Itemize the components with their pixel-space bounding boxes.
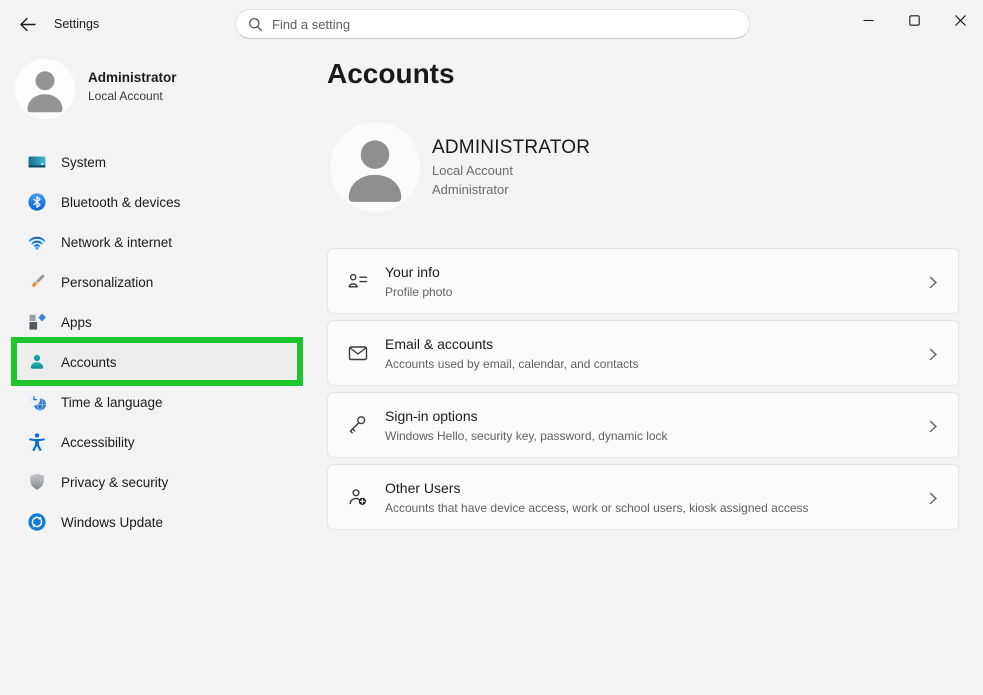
card-other-users[interactable]: Other Users Accounts that have device ac… (327, 464, 959, 530)
card-email-accounts[interactable]: Email & accounts Accounts used by email,… (327, 320, 959, 386)
chevron-right-icon (929, 348, 938, 361)
chevron-right-icon (929, 420, 938, 433)
chevron-right-icon (929, 276, 938, 289)
personalization-icon (27, 272, 47, 292)
maximize-button[interactable] (891, 0, 937, 40)
sidebar-item-windows-update[interactable]: Windows Update (14, 503, 296, 541)
profile-role: Administrator (432, 182, 509, 197)
back-arrow-icon (19, 17, 36, 32)
sidebar-item-privacy[interactable]: Privacy & security (14, 463, 296, 501)
chevron-right-icon (929, 492, 938, 505)
page-title: Accounts (327, 58, 455, 90)
sidebar-item-label: Windows Update (61, 515, 163, 530)
accounts-icon (27, 352, 47, 372)
your-info-icon (347, 270, 369, 292)
back-button[interactable] (12, 10, 42, 38)
sidebar-item-time-language[interactable]: Time & language (14, 383, 296, 421)
signin-key-icon (347, 414, 369, 436)
search-input[interactable] (272, 17, 737, 32)
card-title: Sign-in options (385, 408, 668, 424)
card-title: Your info (385, 264, 452, 280)
card-your-info[interactable]: Your info Profile photo (327, 248, 959, 314)
accessibility-icon (27, 432, 47, 452)
search-box[interactable] (235, 9, 750, 39)
network-icon (27, 232, 47, 252)
sidebar-item-apps[interactable]: Apps (14, 303, 296, 341)
close-button[interactable] (937, 0, 983, 40)
time-language-icon (27, 392, 47, 412)
sidebar-item-bluetooth[interactable]: Bluetooth & devices (14, 183, 296, 221)
sidebar-item-accessibility[interactable]: Accessibility (14, 423, 296, 461)
search-icon (248, 17, 263, 32)
sidebar-item-network[interactable]: Network & internet (14, 223, 296, 261)
sidebar-item-label: Accounts (61, 355, 117, 370)
card-subtitle: Profile photo (385, 285, 452, 299)
sidebar-item-label: System (61, 155, 106, 170)
app-title: Settings (54, 17, 99, 31)
card-signin-options[interactable]: Sign-in options Windows Hello, security … (327, 392, 959, 458)
titlebar: Settings (0, 0, 983, 48)
minimize-button[interactable] (845, 0, 891, 40)
windows-update-icon (27, 512, 47, 532)
maximize-icon (909, 15, 920, 26)
profile-avatar-icon (330, 122, 420, 212)
sidebar: Administrator Local Account System (0, 48, 310, 695)
system-icon (27, 152, 47, 172)
sidebar-item-label: Privacy & security (61, 475, 168, 490)
selected-indicator-pill (14, 354, 17, 370)
minimize-icon (863, 15, 874, 26)
sidebar-item-accounts[interactable]: Accounts (14, 343, 296, 381)
card-subtitle: Accounts that have device access, work o… (385, 501, 809, 515)
card-title: Other Users (385, 480, 809, 496)
sidebar-item-label: Apps (61, 315, 92, 330)
sidebar-item-label: Personalization (61, 275, 153, 290)
privacy-icon (27, 472, 47, 492)
sidebar-user-card[interactable]: Administrator Local Account (10, 56, 300, 128)
email-icon (347, 342, 369, 364)
sidebar-item-label: Accessibility (61, 435, 135, 450)
bluetooth-icon (27, 192, 47, 212)
card-subtitle: Accounts used by email, calendar, and co… (385, 357, 638, 371)
sidebar-user-subtitle: Local Account (88, 89, 177, 103)
card-subtitle: Windows Hello, security key, password, d… (385, 429, 668, 443)
sidebar-item-system[interactable]: System (14, 143, 296, 181)
avatar-icon (15, 59, 75, 119)
apps-icon (27, 312, 47, 332)
other-users-icon (347, 486, 369, 508)
close-icon (955, 15, 966, 26)
card-title: Email & accounts (385, 336, 638, 352)
sidebar-item-label: Bluetooth & devices (61, 195, 180, 210)
sidebar-user-name: Administrator (88, 70, 177, 85)
window-controls (845, 0, 983, 40)
sidebar-item-label: Network & internet (61, 235, 172, 250)
sidebar-item-label: Time & language (61, 395, 163, 410)
profile-name: ADMINISTRATOR (432, 137, 590, 159)
sidebar-item-personalization[interactable]: Personalization (14, 263, 296, 301)
profile-account-type: Local Account (432, 163, 513, 178)
